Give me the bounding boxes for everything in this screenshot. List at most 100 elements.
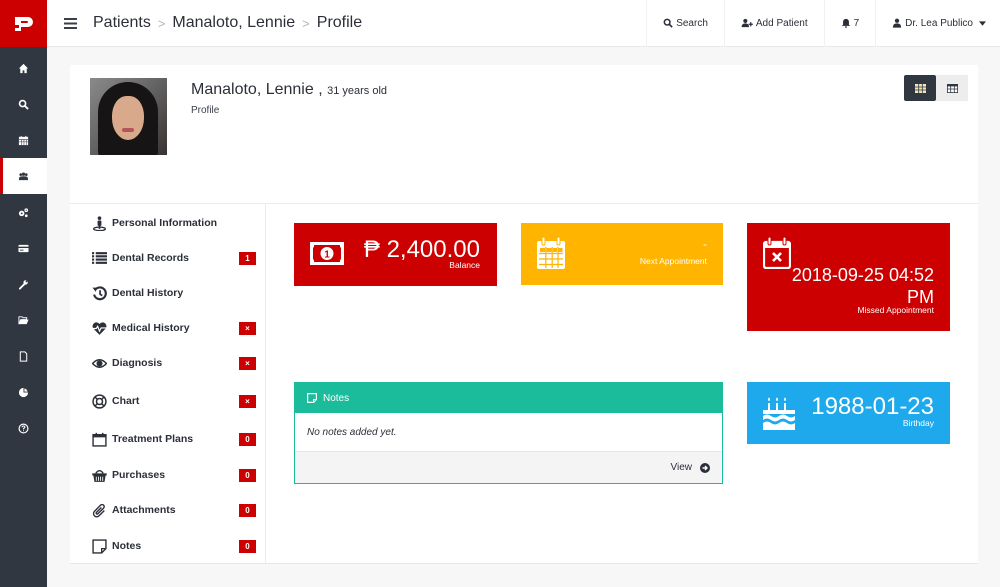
user-pin-icon bbox=[92, 215, 106, 231]
paperclip-icon bbox=[92, 503, 105, 517]
hamburger-icon bbox=[63, 17, 77, 29]
diagnosis-status-badge: × bbox=[239, 357, 256, 370]
breadcrumb: Patients > Manaloto, Lennie > Profile bbox=[93, 14, 362, 32]
table-view-button[interactable] bbox=[936, 75, 968, 101]
menu-item-label: Chart bbox=[112, 395, 140, 407]
name-separator: , bbox=[313, 81, 328, 98]
attachments-count-badge: 0 bbox=[239, 504, 256, 517]
breadcrumb-separator: > bbox=[157, 15, 166, 31]
menu-item-label: Dental History bbox=[112, 287, 184, 299]
next-appointment-value: - bbox=[703, 237, 707, 251]
missed-appointment-datetime: 2018-09-25 04:52 bbox=[791, 265, 934, 285]
sidebar-item-billing[interactable] bbox=[0, 230, 47, 266]
notifications-button[interactable]: 7 bbox=[823, 0, 876, 47]
user-name: Dr. Lea Publico bbox=[905, 17, 973, 29]
sidebar bbox=[0, 0, 47, 587]
missed-appointment-value: 2018-09-25 04:52 PM bbox=[792, 264, 934, 308]
menu-item-purchases[interactable]: Purchases 0 bbox=[90, 465, 256, 485]
sticky-note-icon bbox=[307, 393, 317, 403]
menu-item-label: Purchases bbox=[112, 469, 166, 481]
next-appointment-tile[interactable]: - Next Appointment bbox=[521, 223, 723, 285]
users-icon bbox=[18, 172, 29, 180]
add-patient-label: Add Patient bbox=[755, 17, 808, 29]
menu-item-dental-records[interactable]: Dental Records 1 bbox=[90, 248, 256, 268]
search-icon bbox=[663, 18, 673, 28]
breadcrumb-separator: > bbox=[302, 15, 310, 31]
menu-item-label: Notes bbox=[112, 540, 142, 552]
breadcrumb-patients[interactable]: Patients bbox=[93, 14, 151, 32]
notes-panel-title: Notes bbox=[323, 392, 350, 404]
gears-icon bbox=[18, 207, 29, 217]
history-icon bbox=[92, 285, 107, 300]
menu-item-chart[interactable]: Chart × bbox=[90, 391, 256, 411]
medical-history-status-badge: × bbox=[239, 322, 256, 335]
home-icon bbox=[18, 63, 29, 73]
menu-item-dental-history[interactable]: Dental History bbox=[90, 283, 256, 303]
menu-item-label: Personal Information bbox=[112, 217, 218, 229]
sidebar-item-files[interactable] bbox=[0, 302, 47, 338]
menu-item-attachments[interactable]: Attachments 0 bbox=[90, 500, 256, 520]
notes-view-link[interactable]: View bbox=[295, 451, 722, 483]
svg-text:1: 1 bbox=[324, 250, 330, 261]
balance-tile[interactable]: 1 ₱ 2,400.00 Balance bbox=[294, 223, 497, 286]
notes-panel: Notes No notes added yet. View bbox=[294, 382, 723, 484]
breadcrumb-current: Profile bbox=[316, 14, 363, 31]
breadcrumb-patient-name[interactable]: Manaloto, Lennie bbox=[172, 14, 295, 32]
treatment-plans-count-badge: 0 bbox=[239, 433, 256, 446]
birthday-tile[interactable]: 1988-01-23 Birthday bbox=[747, 382, 950, 444]
sidebar-item-settings[interactable] bbox=[0, 194, 47, 230]
sticky-note-icon bbox=[91, 538, 107, 554]
view-toggle bbox=[904, 75, 968, 101]
eye-icon bbox=[91, 358, 107, 368]
basket-icon bbox=[91, 469, 107, 482]
dental-records-count-badge: 1 bbox=[239, 252, 256, 265]
menu-item-medical-history[interactable]: Medical History × bbox=[90, 318, 256, 338]
calendar-times-icon bbox=[763, 237, 791, 269]
missed-appointment-label: Missed Appointment bbox=[857, 305, 934, 315]
menu-item-treatment-plans[interactable]: Treatment Plans 0 bbox=[90, 429, 256, 449]
sidebar-item-tools[interactable] bbox=[0, 266, 47, 302]
sidebar-item-reports[interactable] bbox=[0, 374, 47, 410]
notes-count-badge: 0 bbox=[239, 540, 256, 553]
menu-item-label: Treatment Plans bbox=[112, 433, 194, 445]
notes-empty-message: No notes added yet. bbox=[307, 426, 397, 438]
help-icon bbox=[18, 423, 29, 433]
menu-item-label: Attachments bbox=[112, 504, 176, 516]
patient-name: Manaloto, Lennie , 31 years old bbox=[191, 81, 387, 99]
sidebar-item-search[interactable] bbox=[0, 86, 47, 122]
brand-logo[interactable] bbox=[0, 0, 47, 47]
user-menu-dropdown[interactable]: Dr. Lea Publico bbox=[875, 0, 1000, 47]
chart-status-badge: × bbox=[239, 395, 256, 408]
grid-view-button[interactable] bbox=[904, 75, 936, 101]
profile-subtitle: Profile bbox=[191, 105, 220, 116]
sidebar-item-help[interactable] bbox=[0, 410, 47, 446]
wrench-icon bbox=[18, 279, 28, 290]
menu-toggle-button[interactable] bbox=[47, 0, 93, 47]
bell-icon bbox=[841, 18, 850, 28]
menu-item-notes[interactable]: Notes 0 bbox=[90, 536, 256, 556]
menu-item-label: Medical History bbox=[112, 322, 190, 334]
pie-chart-icon bbox=[18, 387, 29, 397]
add-patient-button[interactable]: Add Patient bbox=[723, 0, 824, 47]
sidebar-item-patients[interactable] bbox=[0, 158, 47, 194]
sidebar-item-calendar[interactable] bbox=[0, 122, 47, 158]
calendar-icon bbox=[18, 135, 29, 145]
patient-name-text: Manaloto, Lennie bbox=[191, 81, 314, 98]
menu-item-diagnosis[interactable]: Diagnosis × bbox=[90, 353, 256, 373]
profile-header: Manaloto, Lennie , 31 years old Profile bbox=[70, 65, 978, 204]
missed-appointment-tile[interactable]: 2018-09-25 04:52 PM Missed Appointment bbox=[747, 223, 950, 331]
menu-item-personal-information[interactable]: Personal Information bbox=[90, 213, 256, 233]
calendar-plan-icon bbox=[91, 432, 107, 447]
calendar-icon bbox=[537, 237, 565, 269]
search-label: Search bbox=[676, 17, 708, 29]
patient-avatar bbox=[90, 78, 167, 155]
sidebar-item-home[interactable] bbox=[0, 50, 47, 86]
birthday-cake-icon bbox=[763, 397, 795, 430]
search-icon bbox=[18, 99, 29, 110]
sidebar-item-documents[interactable] bbox=[0, 338, 47, 374]
search-button[interactable]: Search bbox=[646, 0, 724, 47]
credit-card-icon bbox=[18, 244, 29, 252]
balance-label: Balance bbox=[449, 260, 480, 270]
table-icon bbox=[946, 83, 958, 93]
arrow-circle-right-icon bbox=[700, 462, 710, 473]
